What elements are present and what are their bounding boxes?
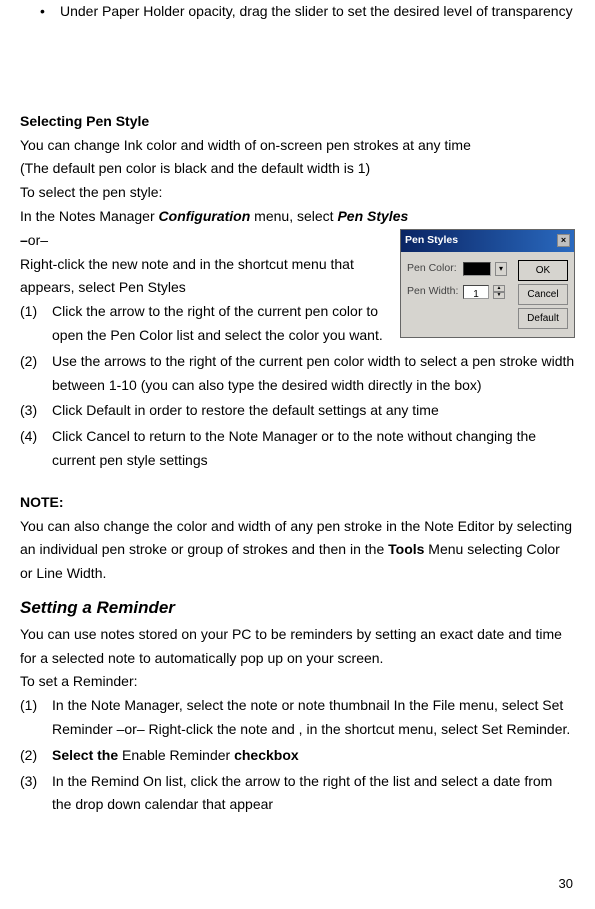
step-text: Use the arrows to the right of the curre… — [52, 350, 575, 398]
intro-bullet-text: Under Paper Holder opacity, drag the sli… — [60, 0, 573, 24]
pen-color-label: Pen Color: — [407, 260, 459, 278]
pen-color-dropdown[interactable]: ▾ — [495, 262, 507, 276]
ok-button[interactable]: OK — [518, 260, 568, 281]
cancel-button[interactable]: Cancel — [518, 284, 568, 305]
section1-title: Selecting Pen Style — [20, 110, 575, 134]
page-number: 30 — [559, 873, 573, 895]
section2-p1: You can use notes stored on your PC to b… — [20, 623, 575, 671]
step-number: (1) — [20, 694, 52, 742]
step-number: (2) — [20, 744, 52, 768]
step-number: (3) — [20, 399, 52, 423]
step-text: Click Cancel to return to the Note Manag… — [52, 425, 575, 473]
step-text: Click the arrow to the right of the curr… — [52, 300, 394, 348]
note-body: You can also change the color and width … — [20, 515, 575, 586]
section1-p4: In the Notes Manager Configuration menu,… — [20, 205, 575, 229]
section2-title: Setting a Reminder — [20, 594, 575, 623]
step-number: (1) — [20, 300, 52, 348]
step-number: (2) — [20, 350, 52, 398]
pen-styles-dialog: Pen Styles × Pen Color: ▾ Pen Width: 1 ▲… — [400, 229, 575, 338]
section1-p3: To select the pen style: — [20, 181, 575, 205]
pen-color-swatch[interactable] — [463, 262, 491, 276]
note-title: NOTE: — [20, 491, 575, 515]
section2-p2: To set a Reminder: — [20, 670, 575, 694]
close-icon[interactable]: × — [557, 234, 570, 247]
step-number: (3) — [20, 770, 52, 818]
default-button[interactable]: Default — [518, 308, 568, 329]
pen-width-spinner[interactable]: ▲▼ — [493, 285, 505, 299]
step-number: (4) — [20, 425, 52, 473]
step-text: In the Remind On list, click the arrow t… — [52, 770, 575, 818]
step-text: In the Note Manager, select the note or … — [52, 694, 575, 742]
bullet-dot: • — [40, 0, 60, 24]
section1-p1: You can change Ink color and width of on… — [20, 134, 575, 158]
pen-width-input[interactable]: 1 — [463, 285, 489, 299]
dialog-title: Pen Styles — [405, 232, 458, 250]
section1-p2: (The default pen color is black and the … — [20, 157, 575, 181]
step-text: Click Default in order to restore the de… — [52, 399, 575, 423]
pen-width-label: Pen Width: — [407, 283, 459, 301]
step-text: Select the Enable Reminder checkbox — [52, 744, 575, 768]
